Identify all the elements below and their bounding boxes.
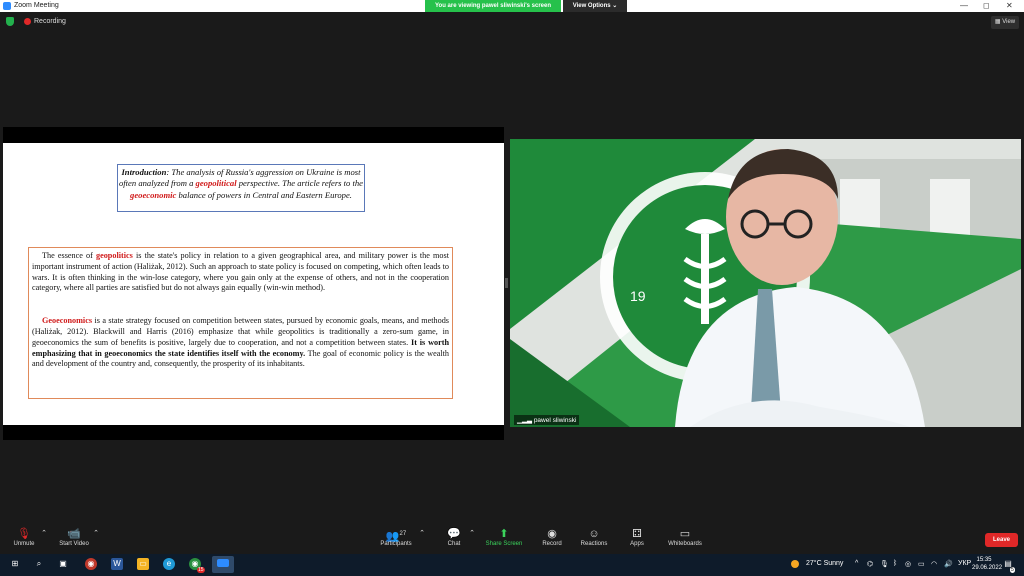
- participants-chevron[interactable]: ⌃: [418, 527, 426, 541]
- share-screen-button[interactable]: ⬆ Share Screen: [484, 527, 524, 547]
- recording-label[interactable]: Recording: [34, 18, 66, 25]
- signal-bars-icon: ▁▂▃: [517, 417, 534, 424]
- file-explorer-icon[interactable]: ▭: [137, 558, 149, 570]
- windows-start-icon[interactable]: ⊞: [9, 558, 21, 570]
- chat-chevron[interactable]: ⌃: [468, 527, 476, 541]
- zoom-logo-icon: [3, 2, 11, 10]
- intro-text-2: perspective. The article refers to the: [236, 178, 363, 189]
- participant-name-label: ▁▂▃ pawel sliwinski: [514, 415, 580, 425]
- intro-lead: Introduction: [121, 167, 167, 177]
- weather-sun-icon[interactable]: [791, 560, 799, 568]
- network-tray-icon[interactable]: ⌬: [867, 560, 873, 568]
- clock[interactable]: 15:35 29.06.2022: [972, 556, 1003, 572]
- grid-icon: ▦: [994, 19, 1001, 25]
- p1-text-1: The essence of: [42, 251, 96, 260]
- intro-text-3: balance of powers in Central and Eastern…: [176, 189, 352, 200]
- reactions-button[interactable]: ☺ Reactions: [578, 527, 610, 547]
- maximize-icon[interactable]: ◻: [983, 1, 990, 10]
- audio-options-chevron[interactable]: ⌃: [40, 527, 48, 541]
- clock-date: 29.06.2022: [972, 565, 1003, 571]
- reactions-label: Reactions: [580, 541, 608, 547]
- apps-label: Apps: [630, 541, 644, 547]
- participant-video[interactable]: 19 2 ▁▂▃ pawel sliwinski: [510, 139, 1021, 427]
- participant-name: pawel sliwinski: [533, 417, 577, 424]
- unmute-button[interactable]: 🎙 Unmute: [10, 527, 38, 547]
- share-banner: You are viewing pawel sliwinski's screen…: [425, 0, 627, 12]
- meeting-topbar: [0, 12, 1024, 34]
- chat-button[interactable]: 💬 Chat: [442, 527, 466, 547]
- resize-handle[interactable]: [505, 278, 508, 288]
- start-video-label: Start Video: [59, 541, 89, 547]
- bluetooth-tray-icon[interactable]: ᛒ: [893, 560, 897, 567]
- video-frame-image: 19 2: [510, 139, 1021, 427]
- weather-text[interactable]: 27°C Sunny: [806, 560, 843, 567]
- viewing-banner-text: You are viewing pawel sliwinski's screen: [425, 0, 561, 12]
- chevron-up-icon: ⌃: [41, 530, 47, 537]
- intro-box: Introduction: The analysis of Russia's a…: [117, 164, 365, 212]
- apps-icon: ⚃: [632, 528, 642, 540]
- p2-text-1: is a state strategy focused on competiti…: [32, 316, 449, 347]
- record-button[interactable]: ◉ Record: [538, 527, 566, 547]
- chevron-up-icon: ⌃: [419, 530, 425, 537]
- chevron-up-icon: ⌃: [469, 530, 475, 537]
- record-tray-icon[interactable]: ◎: [905, 560, 911, 568]
- chat-icon: 💬: [447, 528, 461, 540]
- zoom-taskbar-icon[interactable]: [212, 556, 234, 573]
- wifi-tray-icon[interactable]: ◠: [931, 560, 937, 568]
- chevron-up-icon: ⌃: [93, 530, 99, 537]
- intro-keyword-geoeconomic: geoeconomic: [130, 189, 177, 200]
- participants-button[interactable]: 👥27 Participants: [376, 527, 416, 547]
- participant-count: 27: [399, 531, 407, 537]
- paragraph-geopolitics: The essence of geopolitics is the state'…: [32, 251, 449, 294]
- word-icon[interactable]: W: [111, 558, 123, 570]
- window-title: Zoom Meeting: [14, 2, 59, 9]
- volume-tray-icon[interactable]: 🔊: [944, 560, 953, 568]
- record-icon: ◉: [547, 528, 557, 540]
- whiteboards-label: Whiteboards: [668, 541, 702, 547]
- close-icon[interactable]: ✕: [1006, 1, 1013, 10]
- view-options-button[interactable]: View Options ⌄: [563, 0, 627, 12]
- minimize-icon[interactable]: —: [960, 1, 968, 10]
- logo-number-left: 19: [630, 288, 646, 304]
- video-off-icon: 📹: [67, 528, 81, 540]
- unmute-label: Unmute: [13, 541, 35, 547]
- taskbar-badge: 15: [197, 567, 205, 573]
- mic-tray-icon[interactable]: 🎙: [880, 560, 889, 568]
- leave-button[interactable]: Leave: [985, 533, 1018, 547]
- p1-keyword: geopolitics: [95, 251, 133, 260]
- muted-mic-icon: 🎙: [17, 528, 31, 540]
- language-indicator[interactable]: УКР: [958, 560, 971, 567]
- share-screen-icon: ⬆: [499, 528, 509, 540]
- intro-keyword-geopolitical: geopolitical: [195, 178, 237, 189]
- search-icon[interactable]: ⌕: [33, 558, 45, 570]
- apps-button[interactable]: ⚃ Apps: [626, 527, 648, 547]
- paragraph-geoeconomics: Geoeconomics is a state strategy focused…: [32, 316, 449, 370]
- security-shield-icon[interactable]: [6, 17, 14, 26]
- edge-icon[interactable]: e: [163, 558, 175, 570]
- battery-tray-icon[interactable]: ▭: [918, 560, 925, 568]
- chevron-up-icon[interactable]: ^: [855, 560, 858, 567]
- record-label: Record: [542, 541, 562, 547]
- view-button[interactable]: ▦ View: [991, 16, 1019, 29]
- reactions-icon: ☺: [588, 528, 600, 540]
- chrome-icon[interactable]: ◉: [85, 558, 97, 570]
- view-label: View: [1002, 19, 1016, 25]
- start-video-button[interactable]: 📹 Start Video: [56, 527, 92, 547]
- video-options-chevron[interactable]: ⌃: [92, 527, 100, 541]
- chat-label: Chat: [447, 541, 461, 547]
- p2-keyword: Geoeconomics: [42, 316, 93, 326]
- whiteboards-button[interactable]: ▭ Whiteboards: [664, 527, 706, 547]
- participants-label: Participants: [380, 541, 412, 547]
- task-view-icon[interactable]: ▣: [57, 558, 69, 570]
- clock-time: 15:35: [976, 557, 992, 563]
- notification-count: 5: [1010, 567, 1015, 573]
- share-screen-label: Share Screen: [485, 541, 523, 547]
- presentation-slide: Introduction: The analysis of Russia's a…: [3, 143, 504, 425]
- whiteboard-icon: ▭: [679, 528, 691, 540]
- body-text-box: The essence of geopolitics is the state'…: [28, 247, 453, 399]
- recording-dot-icon: [24, 18, 31, 25]
